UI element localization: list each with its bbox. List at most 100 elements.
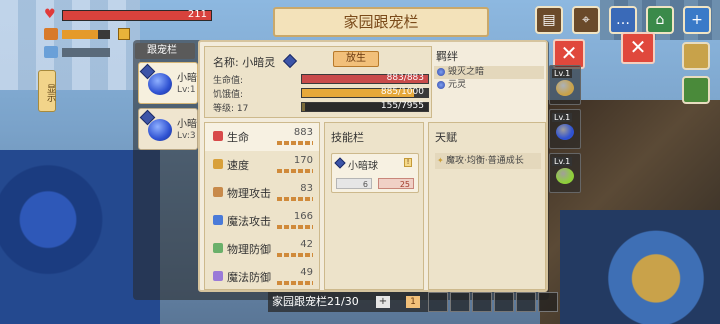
heart-icon: ♥ bbox=[44, 7, 56, 22]
rarity-gem-icon bbox=[282, 53, 298, 69]
player-hp-text: 211 bbox=[187, 8, 207, 20]
pet-card[interactable]: 小暗 Lv:3 bbox=[138, 108, 198, 150]
pet-hp-bar: 883/883 bbox=[301, 73, 429, 84]
hunger-label: 饥饿值: bbox=[213, 90, 244, 100]
pet-detail-panel: 名称: 小暗灵 放生 生命值: 883/883 饥饿值: 885/1000 等级… bbox=[198, 40, 548, 292]
hotbar bbox=[428, 292, 558, 312]
hotbar-slot[interactable] bbox=[428, 292, 448, 312]
skill-title: 技能栏 bbox=[331, 131, 364, 144]
attribute-name: 生命 bbox=[227, 131, 249, 144]
chat-icon[interactable]: … bbox=[609, 6, 637, 34]
pet-name-label: 名称: bbox=[213, 56, 239, 69]
talent-section: 天赋 魔攻·均衡·普通成长 bbox=[428, 122, 546, 290]
attribute-row[interactable]: 魔法防御 49 bbox=[205, 263, 319, 291]
hotbar-slot[interactable] bbox=[472, 292, 492, 312]
coin-icon bbox=[118, 28, 130, 40]
attribute-growth-bar bbox=[277, 197, 313, 201]
hp-label: 生命值: bbox=[213, 76, 244, 86]
talent-title: 天赋 bbox=[435, 131, 457, 144]
attribute-name: 魔法攻击 bbox=[227, 215, 271, 228]
attribute-value: 49 bbox=[300, 267, 313, 278]
player-hp-bar: 211 bbox=[62, 8, 212, 21]
pet-slot[interactable]: Lv.1 bbox=[549, 109, 581, 149]
dark-spirit-pet-icon bbox=[148, 119, 172, 141]
attribute-row[interactable]: 物理攻击 83 bbox=[205, 179, 319, 207]
info-icon[interactable]: ! bbox=[404, 158, 412, 167]
skill-gem-icon bbox=[334, 157, 346, 169]
pet-icon bbox=[556, 168, 574, 184]
pet-info-box: 名称: 小暗灵 放生 生命值: 883/883 饥饿值: 885/1000 等级… bbox=[204, 46, 432, 118]
bond-title: 羁绊 bbox=[436, 50, 458, 63]
player-hunger-bar bbox=[62, 29, 110, 39]
pet-name: 小暗灵 bbox=[242, 56, 276, 69]
release-button[interactable]: 放生 bbox=[333, 51, 379, 67]
hp-hud: ♥ 211 bbox=[44, 7, 212, 22]
pet-slot[interactable]: Lv.1 bbox=[549, 153, 581, 193]
attribute-row[interactable]: 生命 883 bbox=[205, 123, 319, 151]
home-pet-count: 家园跟宠栏21/30 bbox=[268, 292, 428, 312]
attribute-growth-bar bbox=[277, 169, 313, 173]
attribute-list: 生命 883 速度 170 物理攻击 83 魔法攻击 166 物理防御 42 魔法防御 49 bbox=[204, 122, 320, 290]
attribute-growth-bar bbox=[277, 281, 313, 285]
shield-hud bbox=[44, 46, 110, 58]
shop-icon[interactable]: ⌂ bbox=[646, 6, 674, 34]
pet-hunger-value: 885/1000 bbox=[380, 87, 424, 97]
level-label: 等级: bbox=[213, 104, 235, 114]
attribute-icon bbox=[213, 159, 223, 169]
expand-plus-button[interactable]: + bbox=[376, 296, 390, 308]
hotbar-slot[interactable] bbox=[494, 292, 514, 312]
attribute-row[interactable]: 物理防御 42 bbox=[205, 235, 319, 263]
attribute-icon bbox=[213, 215, 223, 225]
attribute-row[interactable]: 魔法攻击 166 bbox=[205, 207, 319, 235]
attribute-icon bbox=[213, 271, 223, 281]
pet-card-name: 小暗 bbox=[177, 73, 197, 84]
cube-icon[interactable] bbox=[682, 42, 710, 70]
bond-item[interactable]: 毁灭之暗 bbox=[434, 66, 544, 79]
skill-cost-b: 25 bbox=[378, 178, 414, 189]
hotbar-slot[interactable] bbox=[538, 292, 558, 312]
player-armor-bar bbox=[62, 47, 110, 57]
skill-name: 小暗球 bbox=[348, 161, 378, 172]
slot-level: Lv.1 bbox=[552, 69, 573, 78]
show-toggle-button[interactable]: 显示 bbox=[38, 70, 56, 112]
backpack-icon[interactable]: ▤ bbox=[535, 6, 563, 34]
pet-list: 小暗 Lv:1 小暗 Lv:3 bbox=[138, 62, 198, 154]
slot-level: Lv.1 bbox=[552, 113, 573, 122]
tab-pet-bar[interactable]: 跟宠栏 bbox=[135, 43, 195, 59]
right-pet-slots: Lv.1 Lv.1 Lv.1 bbox=[549, 65, 581, 197]
pet-exp-value: 155/7955 bbox=[380, 101, 424, 111]
attribute-name: 速度 bbox=[227, 159, 249, 172]
attribute-icon bbox=[213, 243, 223, 253]
dark-spirit-pet-icon bbox=[148, 73, 172, 95]
attribute-growth-bar bbox=[277, 225, 313, 229]
attribute-value: 166 bbox=[293, 211, 313, 222]
map-icon[interactable]: ⌖ bbox=[572, 6, 600, 34]
level-row: 等级: 17 bbox=[213, 101, 248, 114]
bond-item[interactable]: 元灵 bbox=[434, 79, 544, 92]
pet-card[interactable]: 小暗 Lv:1 bbox=[138, 62, 198, 104]
add-icon[interactable]: + bbox=[683, 6, 711, 34]
pet-slot[interactable]: Lv.1 bbox=[549, 65, 581, 105]
attribute-growth-bar bbox=[277, 141, 313, 145]
close-outer-button[interactable]: ✕ bbox=[621, 32, 655, 64]
attribute-row[interactable]: 速度 170 bbox=[205, 151, 319, 179]
bond-section: 羁绊 毁灭之暗 元灵 bbox=[434, 46, 544, 118]
skill-cost-a: 6 bbox=[336, 178, 372, 189]
plant-icon[interactable] bbox=[682, 76, 710, 104]
pet-card-level: Lv:3 bbox=[177, 131, 196, 141]
attribute-value: 170 bbox=[293, 155, 313, 166]
food-icon bbox=[44, 28, 58, 40]
attribute-growth-bar bbox=[277, 253, 313, 257]
armor-icon bbox=[44, 46, 58, 58]
panel-title: 家园跟宠栏 bbox=[273, 7, 489, 37]
attribute-value: 42 bbox=[300, 239, 313, 250]
pet-exp-bar: 155/7955 bbox=[301, 101, 429, 112]
attribute-name: 魔法防御 bbox=[227, 271, 271, 284]
skill-card[interactable]: 小暗球 ! 6 25 bbox=[331, 153, 419, 193]
pet-card-level: Lv:1 bbox=[177, 85, 196, 95]
hotbar-slot[interactable] bbox=[450, 292, 470, 312]
slot-level: Lv.1 bbox=[552, 157, 573, 166]
hotbar-slot[interactable] bbox=[516, 292, 536, 312]
talent-item[interactable]: 魔攻·均衡·普通成长 bbox=[435, 153, 541, 169]
attribute-value: 883 bbox=[293, 127, 313, 138]
